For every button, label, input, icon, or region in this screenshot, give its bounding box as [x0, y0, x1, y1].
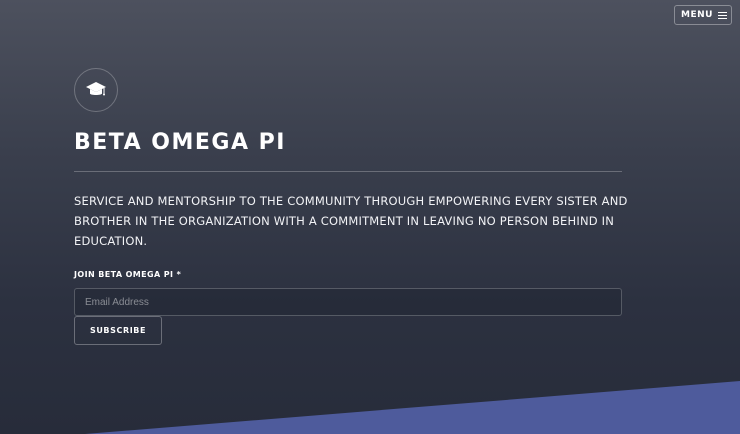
- page-title: BETA OMEGA PI: [74, 130, 286, 155]
- tagline: SERVICE AND MENTORSHIP TO THE COMMUNITY …: [74, 194, 628, 248]
- logo-badge: [74, 68, 118, 112]
- hamburger-icon: [717, 11, 727, 19]
- menu-label: MENU: [681, 10, 713, 20]
- subscribe-button[interactable]: SUBSCRIBE: [74, 316, 162, 345]
- signup-label: JOIN BETA OMEGA PI *: [74, 270, 182, 279]
- graduation-cap-icon: [86, 82, 106, 96]
- divider: [74, 171, 622, 172]
- menu-button[interactable]: MENU: [674, 5, 732, 25]
- email-field[interactable]: [74, 288, 622, 316]
